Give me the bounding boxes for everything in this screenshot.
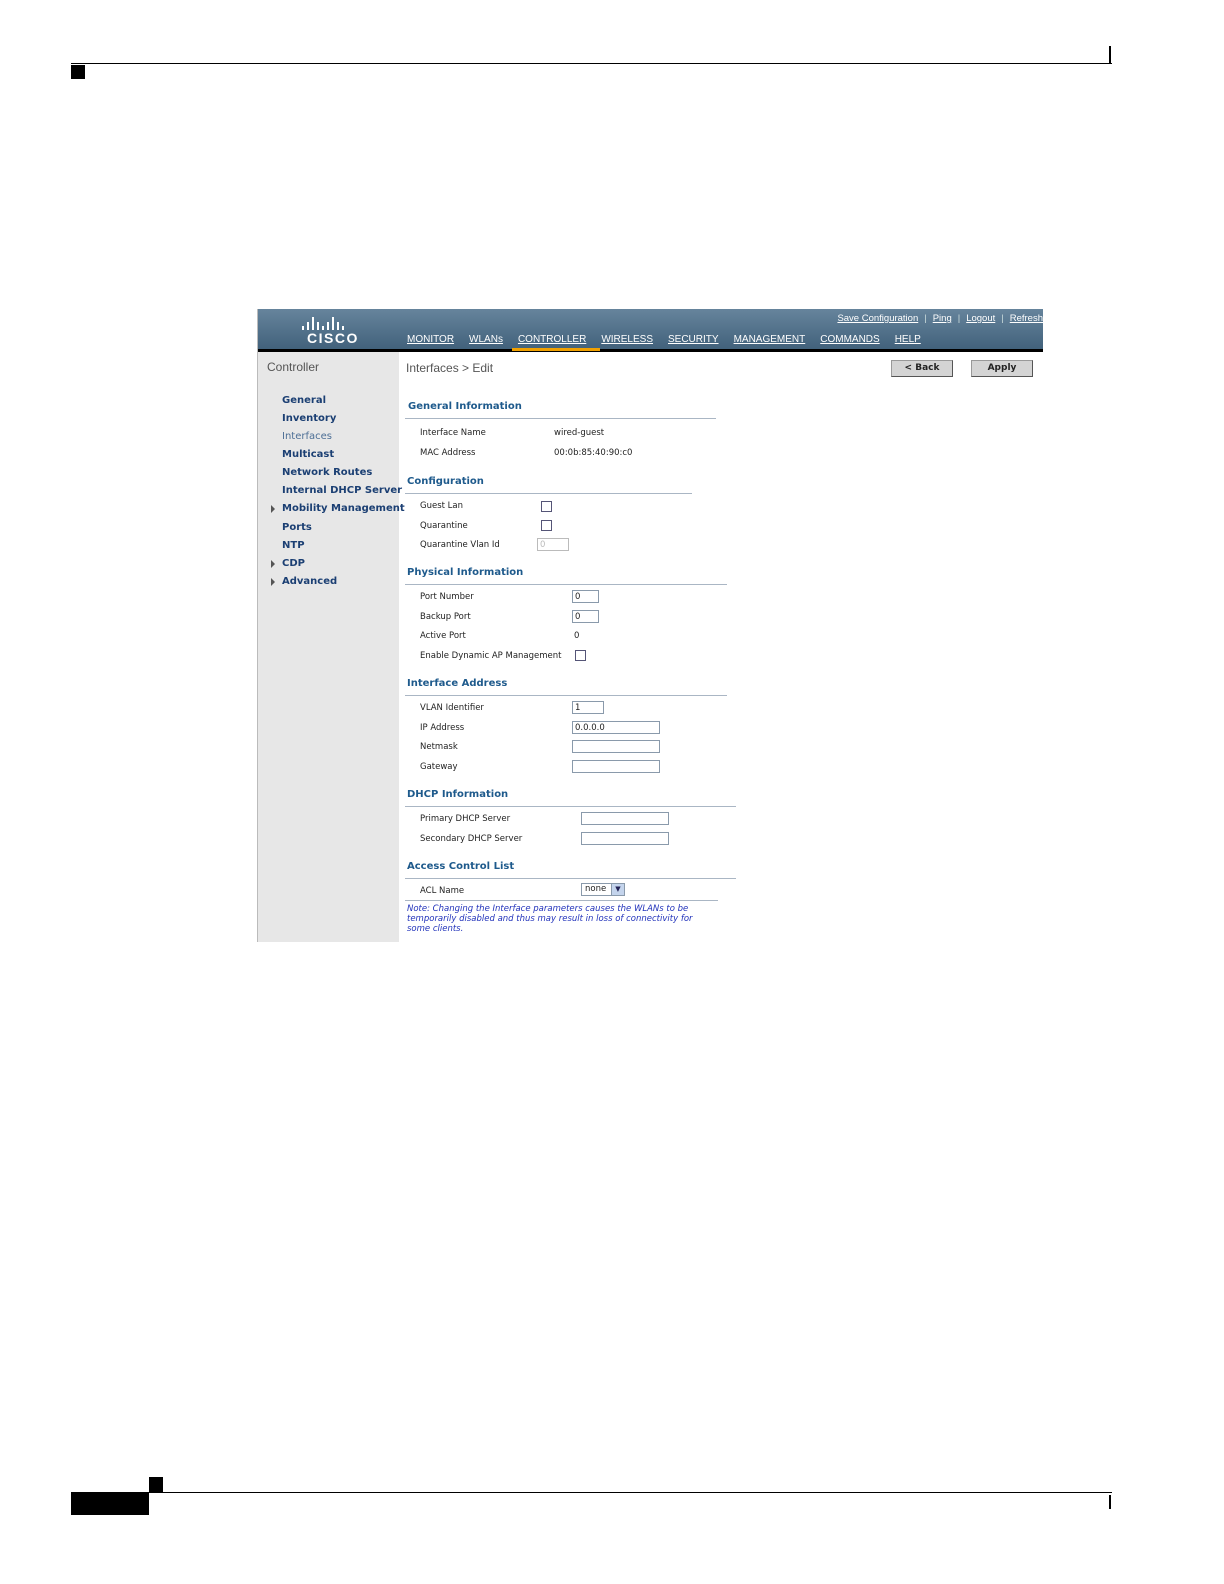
sidebar-item-internal-dhcp-server[interactable]: Internal DHCP Server bbox=[282, 485, 402, 496]
port-number-label: Port Number bbox=[420, 592, 474, 602]
header-marker bbox=[71, 65, 85, 79]
ping-link[interactable]: Ping bbox=[933, 313, 952, 324]
section-configuration-heading: Configuration bbox=[407, 476, 484, 487]
section-divider bbox=[405, 584, 727, 585]
interface-name-label: Interface Name bbox=[420, 428, 486, 438]
cisco-logo-icon bbox=[302, 316, 358, 330]
sidebar-item-cdp[interactable]: CDP bbox=[282, 558, 305, 569]
tab-help[interactable]: HELP bbox=[895, 334, 929, 349]
vlan-identifier-input[interactable]: 1 bbox=[572, 701, 604, 714]
mac-address-label: MAC Address bbox=[420, 448, 476, 458]
section-general-heading: General Information bbox=[408, 401, 522, 412]
tab-management[interactable]: MANAGEMENT bbox=[734, 334, 814, 349]
section-address-heading: Interface Address bbox=[407, 678, 508, 689]
section-dhcp-heading: DHCP Information bbox=[407, 789, 509, 800]
sidebar-item-general[interactable]: General bbox=[282, 395, 326, 406]
netmask-label: Netmask bbox=[420, 742, 458, 752]
tab-wireless[interactable]: WIRELESS bbox=[601, 334, 661, 349]
expand-arrow-icon[interactable] bbox=[271, 578, 275, 586]
footer-tick bbox=[1109, 1495, 1111, 1509]
expand-arrow-icon[interactable] bbox=[271, 505, 275, 513]
acl-name-label: ACL Name bbox=[420, 886, 465, 896]
logout-link[interactable]: Logout bbox=[966, 313, 995, 324]
quarantine-vlan-input[interactable]: 0 bbox=[537, 538, 569, 551]
vlan-identifier-label: VLAN Identifier bbox=[420, 703, 484, 713]
chevron-down-icon[interactable]: ▼ bbox=[611, 884, 624, 895]
gateway-label: Gateway bbox=[420, 762, 458, 772]
section-divider bbox=[405, 806, 736, 807]
tab-security[interactable]: SECURITY bbox=[668, 334, 727, 349]
sidebar-item-advanced[interactable]: Advanced bbox=[282, 576, 337, 587]
mac-address-value: 00:0b:85:40:90:c0 bbox=[554, 448, 633, 458]
tab-commands[interactable]: COMMANDS bbox=[820, 334, 887, 349]
breadcrumb: Interfaces > Edit bbox=[406, 361, 494, 375]
section-divider bbox=[405, 493, 692, 494]
header-rule bbox=[71, 63, 1112, 64]
section-divider bbox=[405, 695, 727, 696]
sidebar-item-ports[interactable]: Ports bbox=[282, 522, 312, 533]
sidebar-item-network-routes[interactable]: Network Routes bbox=[282, 467, 372, 478]
back-button[interactable]: < Back bbox=[891, 360, 953, 377]
sidebar-item-interfaces[interactable]: Interfaces bbox=[282, 431, 332, 442]
section-acl-heading: Access Control List bbox=[407, 861, 515, 872]
tab-monitor[interactable]: MONITOR bbox=[407, 334, 462, 349]
save-configuration-link[interactable]: Save Configuration bbox=[837, 313, 918, 324]
netmask-input[interactable] bbox=[572, 740, 660, 753]
tab-controller[interactable]: CONTROLLER bbox=[511, 334, 601, 351]
footer-notch bbox=[149, 1477, 163, 1492]
section-physical-heading: Physical Information bbox=[407, 567, 524, 578]
quarantine-checkbox[interactable] bbox=[541, 520, 552, 531]
tab-wlans[interactable]: WLANs bbox=[469, 334, 511, 349]
active-port-label: Active Port bbox=[420, 631, 466, 641]
guest-lan-checkbox[interactable] bbox=[541, 501, 552, 512]
main-nav: MONITOR WLANs CONTROLLER WIRELESS SECURI… bbox=[407, 334, 936, 351]
header-tick bbox=[1109, 46, 1111, 64]
refresh-link[interactable]: Refresh bbox=[1010, 313, 1043, 324]
primary-dhcp-label: Primary DHCP Server bbox=[420, 814, 511, 824]
apply-button[interactable]: Apply bbox=[971, 360, 1033, 377]
port-number-input[interactable]: 0 bbox=[572, 590, 599, 603]
quarantine-label: Quarantine bbox=[420, 521, 468, 531]
acl-name-select[interactable]: none ▼ bbox=[581, 883, 625, 896]
section-divider bbox=[405, 878, 736, 879]
footer-rule bbox=[71, 1492, 1112, 1493]
active-port-value: 0 bbox=[574, 631, 580, 641]
expand-arrow-icon[interactable] bbox=[271, 560, 275, 568]
sidebar-item-ntp[interactable]: NTP bbox=[282, 540, 305, 551]
backup-port-label: Backup Port bbox=[420, 612, 471, 622]
guest-lan-label: Guest Lan bbox=[420, 501, 463, 511]
utility-links: Save Configuration | Ping | Logout | Refresh bbox=[837, 313, 1043, 324]
backup-port-input[interactable]: 0 bbox=[572, 610, 599, 623]
ip-address-label: IP Address bbox=[420, 723, 465, 733]
interface-name-value: wired-guest bbox=[554, 428, 605, 438]
warning-note: Note: Changing the Interface parameters … bbox=[407, 904, 693, 934]
quarantine-vlan-label: Quarantine Vlan Id bbox=[420, 540, 500, 550]
sidebar-item-mobility-management[interactable]: Mobility Management bbox=[282, 503, 405, 514]
dynamic-ap-label: Enable Dynamic AP Management bbox=[420, 651, 562, 661]
primary-dhcp-input[interactable] bbox=[581, 812, 669, 825]
secondary-dhcp-label: Secondary DHCP Server bbox=[420, 834, 523, 844]
section-divider bbox=[405, 418, 716, 419]
ip-address-input[interactable]: 0.0.0.0 bbox=[572, 721, 660, 734]
footer-bar bbox=[71, 1493, 149, 1515]
secondary-dhcp-input[interactable] bbox=[581, 832, 669, 845]
sidebar-item-multicast[interactable]: Multicast bbox=[282, 449, 334, 460]
sidebar-item-inventory[interactable]: Inventory bbox=[282, 413, 336, 424]
sidebar-title: Controller bbox=[267, 360, 320, 374]
gateway-input[interactable] bbox=[572, 760, 660, 773]
section-divider bbox=[405, 900, 718, 901]
cisco-logo-text: CISCO bbox=[307, 330, 359, 346]
controller-screenshot: CISCO Save Configuration | Ping | Logout | Ref… bbox=[257, 309, 1043, 942]
acl-name-value: none bbox=[585, 884, 607, 894]
dynamic-ap-checkbox[interactable] bbox=[575, 650, 586, 661]
sidebar: Controller General Inventory Interfaces … bbox=[258, 352, 405, 942]
